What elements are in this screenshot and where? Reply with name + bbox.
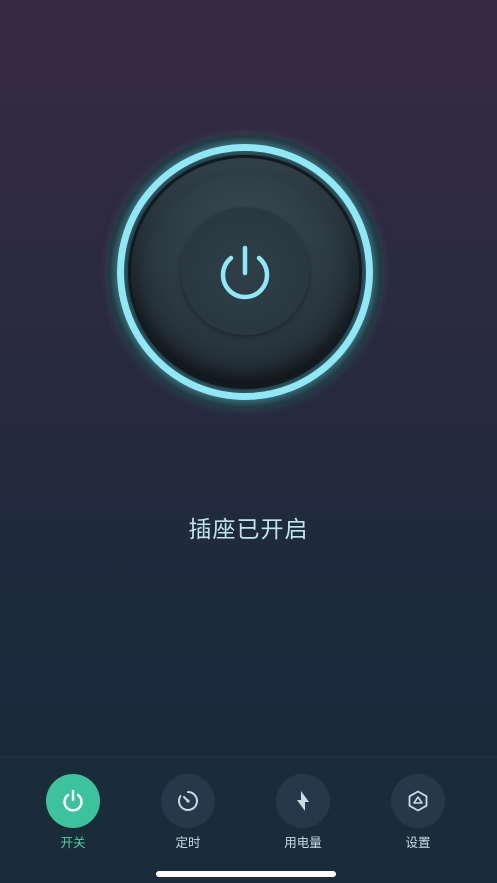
tab-switch-icon-bg[interactable]: [46, 774, 100, 828]
plug-status-text: 插座已开启: [188, 517, 309, 543]
tab-timer[interactable]: 定时: [143, 774, 233, 851]
timer-icon: [178, 791, 198, 811]
tab-switch-label: 开关: [60, 835, 86, 850]
tab-timer-label: 定时: [175, 835, 201, 850]
tab-timer-icon-bg[interactable]: [161, 774, 215, 828]
tab-power-usage-icon-bg[interactable]: [276, 774, 330, 828]
home-indicator[interactable]: [156, 871, 336, 877]
power-icon: [63, 789, 83, 812]
tab-power-usage-label: 用电量: [284, 835, 322, 850]
tab-settings[interactable]: 设置: [373, 774, 463, 851]
tab-power-usage[interactable]: 用电量: [258, 774, 348, 851]
tab-settings-label: 设置: [405, 835, 431, 850]
power-icon: [220, 245, 270, 300]
tab-switch[interactable]: 开关: [28, 774, 118, 851]
lightning-icon: [297, 791, 309, 811]
tab-settings-icon-bg[interactable]: [391, 774, 445, 828]
settings-cube-icon: [408, 790, 428, 812]
